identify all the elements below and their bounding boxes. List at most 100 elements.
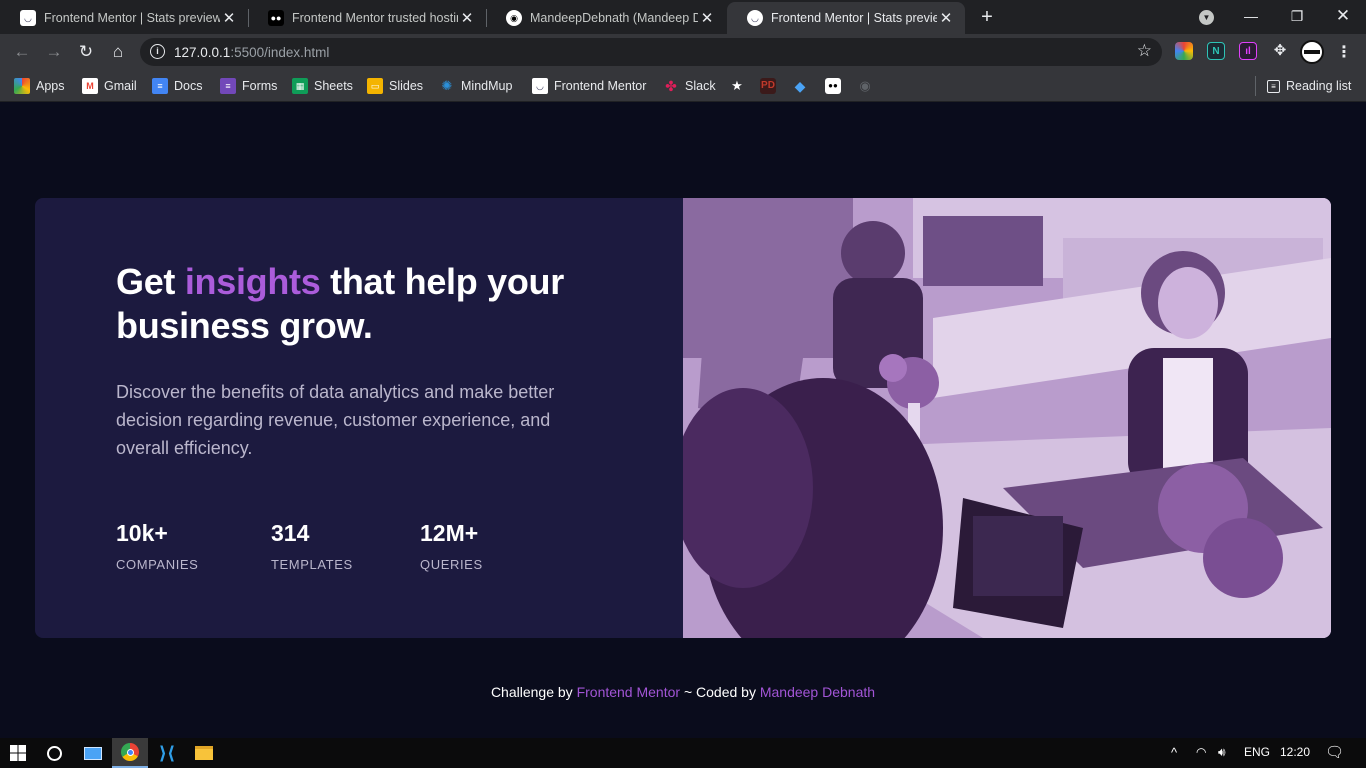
n-extension-icon[interactable]: N <box>1207 42 1225 60</box>
gmail-icon: M <box>82 78 98 94</box>
headline-accent: insights <box>184 261 321 302</box>
tab-stats-preview-1[interactable]: ◡ Frontend Mentor | Stats preview c ✕ <box>0 2 248 34</box>
pd-bookmark-icon[interactable]: PD <box>760 78 776 94</box>
show-hidden-icons-icon[interactable]: ^ <box>1171 745 1177 760</box>
tab-title: Frontend Mentor | Stats preview c <box>771 11 937 25</box>
more-menu-icon[interactable]: ⋮ <box>1336 42 1352 62</box>
chrome-taskbar-icon[interactable] <box>112 738 148 768</box>
bookmark-slides[interactable]: ▭ Slides <box>367 76 423 96</box>
bookmark-docs[interactable]: ≡ Docs <box>152 76 202 96</box>
minimize-window-icon[interactable]: — <box>1228 0 1274 34</box>
windows-taskbar: ⟩⟨ ^ ◠ 🔊︎ ENG 12:20 🗨︎ <box>0 738 1366 768</box>
windows-start-icon[interactable] <box>0 738 36 768</box>
bookmark-label: Slack <box>685 79 716 93</box>
reading-list-button[interactable]: ≡ Reading list <box>1267 76 1351 96</box>
clock-time[interactable]: 12:20 <box>1280 745 1310 759</box>
description-text: Discover the benefits of data analytics … <box>116 382 555 458</box>
stat-queries: 12M+ QUERIES <box>420 520 483 572</box>
volume-icon[interactable]: 🔊︎ <box>1218 745 1226 760</box>
site-info-icon[interactable]: i <box>150 44 165 59</box>
tab-github-profile[interactable]: ◉ MandeepDebnath (Mandeep Deb ✕ <box>486 2 726 34</box>
bookmark-slack[interactable]: ✤ Slack <box>663 76 716 96</box>
bookmarks-divider <box>1255 76 1256 96</box>
bookmark-label: Frontend Mentor <box>554 79 647 93</box>
headline-text: Get <box>116 261 185 302</box>
url-host: 127.0.0.1 <box>174 45 231 60</box>
vscode-taskbar-icon[interactable]: ⟩⟨ <box>149 738 185 768</box>
restore-window-icon[interactable]: ❐ <box>1274 0 1320 34</box>
docs-icon: ≡ <box>152 78 168 94</box>
github-favicon-icon: ◉ <box>506 10 522 26</box>
address-bar[interactable]: i 127.0.0.1:5500/index.html ☆ <box>140 38 1162 66</box>
bookmark-apps[interactable]: Apps <box>14 76 65 96</box>
reload-icon[interactable]: ↻ <box>74 40 98 64</box>
wifi-icon[interactable]: ◠ <box>1196 745 1206 759</box>
bookmarks-bar: Apps M Gmail ≡ Docs ≡ Forms ▦ Sheets ▭ S… <box>0 70 1366 102</box>
close-tab-icon[interactable]: ✕ <box>458 9 476 27</box>
file-explorer-icon[interactable] <box>186 738 222 768</box>
color-extension-icon[interactable] <box>1175 42 1193 60</box>
author-link[interactable]: Mandeep Debnath <box>760 684 875 700</box>
tab-trusted-hosting[interactable]: ●● Frontend Mentor trusted hosting ✕ <box>248 2 486 34</box>
forward-arrow-icon[interactable]: → <box>42 40 66 64</box>
analytics-extension-icon[interactable]: ıl <box>1239 42 1257 60</box>
close-tab-icon[interactable]: ✕ <box>698 9 716 27</box>
stat-label: QUERIES <box>420 557 483 572</box>
bookmark-gmail[interactable]: M Gmail <box>82 76 137 96</box>
apps-grid-icon <box>14 78 30 94</box>
new-tab-button[interactable]: + <box>976 6 998 28</box>
desktop-app-icon[interactable] <box>75 738 111 768</box>
profile-avatar[interactable] <box>1300 40 1324 64</box>
stat-label: TEMPLATES <box>271 557 353 572</box>
reading-list-label: Reading list <box>1286 79 1352 93</box>
browser-tab-strip: ◡ Frontend Mentor | Stats preview c ✕ ●●… <box>0 0 1366 34</box>
tab-title: Frontend Mentor trusted hosting <box>292 11 458 25</box>
attribution-text: ~ Coded by <box>680 684 760 700</box>
stat-value: 314 <box>271 520 310 546</box>
close-tab-icon[interactable]: ✕ <box>220 9 238 27</box>
stats-preview-card: Get insights that help your business gro… <box>35 198 1331 638</box>
stat-value: 10k+ <box>116 520 168 546</box>
forms-icon: ≡ <box>220 78 236 94</box>
cortana-search-icon[interactable] <box>36 738 72 768</box>
notifications-icon[interactable]: 🗨︎ <box>1325 743 1344 761</box>
extensions-puzzle-icon[interactable]: ✥ <box>1271 42 1289 60</box>
sheets-icon: ▦ <box>292 78 308 94</box>
tab-search-icon[interactable]: ▼ <box>1199 10 1214 25</box>
github-bookmark-icon[interactable]: ◉ <box>857 78 873 94</box>
stat-label: COMPANIES <box>116 557 199 572</box>
url-text: 127.0.0.1:5500/index.html <box>174 45 329 60</box>
bookmark-label: Forms <box>242 79 278 93</box>
frontend-mentor-favicon-icon: ◡ <box>20 10 36 26</box>
back-arrow-icon[interactable]: ← <box>10 40 34 64</box>
slack-icon: ✤ <box>665 77 677 94</box>
medium-favicon-icon: ●● <box>268 10 284 26</box>
bookmark-label: Sheets <box>314 79 353 93</box>
home-icon[interactable]: ⌂ <box>106 40 130 64</box>
browser-toolbar: ← → ↻ ⌂ i 127.0.0.1:5500/index.html ☆ N … <box>0 34 1366 70</box>
frontend-mentor-link[interactable]: Frontend Mentor <box>577 684 681 700</box>
tab-stats-preview-active[interactable]: ◡ Frontend Mentor | Stats preview c ✕ <box>727 2 965 34</box>
office-photo-illustration <box>683 198 1331 638</box>
close-tab-icon[interactable]: ✕ <box>937 9 955 27</box>
bookmark-sheets[interactable]: ▦ Sheets <box>292 76 353 96</box>
page-title: Get insights that help your business gro… <box>116 260 596 348</box>
language-indicator[interactable]: ENG <box>1244 745 1270 759</box>
tab-title: Frontend Mentor | Stats preview c <box>44 11 220 25</box>
star-bookmark-icon[interactable]: ★ <box>729 78 745 94</box>
stat-value: 12M+ <box>420 520 479 546</box>
mindmup-icon: ✺ <box>441 78 453 93</box>
windows-logo-icon <box>10 745 26 761</box>
bookmark-mindmup[interactable]: ✺ MindMup <box>439 76 513 96</box>
frontend-mentor-favicon-icon: ◡ <box>747 10 763 26</box>
stat-companies: 10k+ COMPANIES <box>116 520 198 572</box>
medium-bookmark-icon[interactable]: ●● <box>825 78 841 94</box>
reading-list-icon: ≡ <box>1267 79 1280 93</box>
bookmark-star-icon[interactable]: ☆ <box>1137 41 1152 61</box>
close-window-icon[interactable]: ✕ <box>1320 0 1366 34</box>
diamond-bookmark-icon[interactable]: ◆ <box>792 78 808 94</box>
page-viewport: Get insights that help your business gro… <box>0 103 1366 738</box>
stat-templates: 314 TEMPLATES <box>271 520 353 572</box>
bookmark-frontend-mentor[interactable]: ◡ Frontend Mentor <box>532 76 646 96</box>
bookmark-forms[interactable]: ≡ Forms <box>220 76 277 96</box>
